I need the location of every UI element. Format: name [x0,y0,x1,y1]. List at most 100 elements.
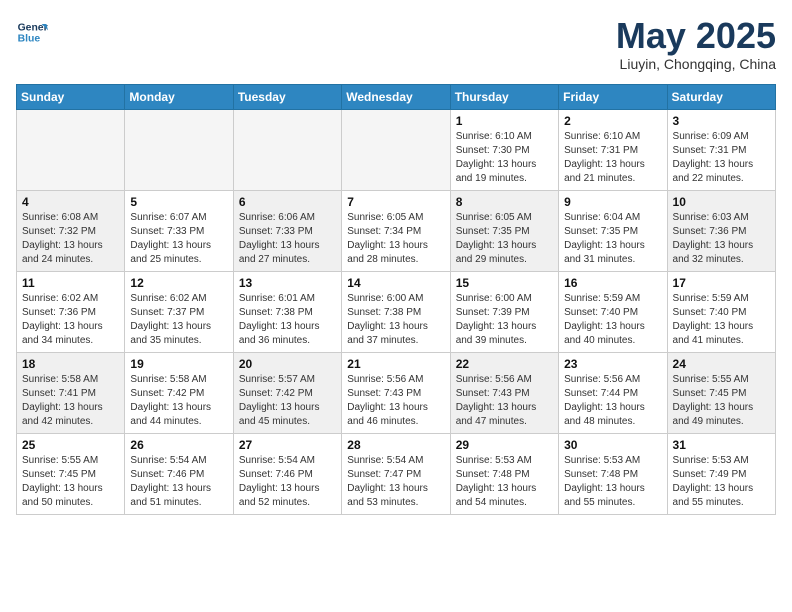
header-sunday: Sunday [17,84,125,109]
calendar-header-row: Sunday Monday Tuesday Wednesday Thursday… [17,84,776,109]
day-number: 2 [564,114,661,128]
calendar-cell: 8 Sunrise: 6:05 AM Sunset: 7:35 PM Daylig… [450,190,558,271]
calendar-cell: 17 Sunrise: 5:59 AM Sunset: 7:40 PM Dayli… [667,271,775,352]
calendar-cell [125,109,233,190]
day-info: Sunrise: 5:53 AM Sunset: 7:49 PM Dayligh… [673,454,770,510]
calendar-cell: 30 Sunrise: 5:53 AM Sunset: 7:48 PM Dayli… [559,433,667,514]
day-info: Sunrise: 5:59 AM Sunset: 7:40 PM Dayligh… [564,292,661,348]
month-title: May 2025 [616,16,776,56]
day-info: Sunrise: 5:55 AM Sunset: 7:45 PM Dayligh… [22,454,119,510]
day-info: Sunrise: 6:10 AM Sunset: 7:30 PM Dayligh… [456,130,553,186]
calendar-cell: 9 Sunrise: 6:04 AM Sunset: 7:35 PM Daylig… [559,190,667,271]
day-info: Sunrise: 5:54 AM Sunset: 7:47 PM Dayligh… [347,454,444,510]
calendar-cell: 19 Sunrise: 5:58 AM Sunset: 7:42 PM Dayli… [125,352,233,433]
day-number: 19 [130,357,227,371]
location: Liuyin, Chongqing, China [616,56,776,72]
day-number: 13 [239,276,336,290]
day-info: Sunrise: 5:56 AM Sunset: 7:43 PM Dayligh… [347,373,444,429]
calendar-cell: 10 Sunrise: 6:03 AM Sunset: 7:36 PM Dayli… [667,190,775,271]
day-number: 17 [673,276,770,290]
header-saturday: Saturday [667,84,775,109]
calendar-cell: 18 Sunrise: 5:58 AM Sunset: 7:41 PM Dayli… [17,352,125,433]
calendar-cell: 24 Sunrise: 5:55 AM Sunset: 7:45 PM Dayli… [667,352,775,433]
calendar-cell: 11Sunrise: 6:02 AM Sunset: 7:36 PM Dayli… [17,271,125,352]
page-header: General Blue May 2025 Liuyin, Chongqing,… [16,16,776,72]
day-info: Sunrise: 6:00 AM Sunset: 7:39 PM Dayligh… [456,292,553,348]
day-number: 30 [564,438,661,452]
day-number: 29 [456,438,553,452]
day-info: Sunrise: 5:56 AM Sunset: 7:44 PM Dayligh… [564,373,661,429]
day-number: 8 [456,195,553,209]
calendar-table: Sunday Monday Tuesday Wednesday Thursday… [16,84,776,515]
day-number: 23 [564,357,661,371]
day-info: Sunrise: 6:04 AM Sunset: 7:35 PM Dayligh… [564,211,661,267]
calendar-row-1: 4 Sunrise: 6:08 AM Sunset: 7:32 PM Daylig… [17,190,776,271]
day-number: 31 [673,438,770,452]
calendar-row-2: 11Sunrise: 6:02 AM Sunset: 7:36 PM Dayli… [17,271,776,352]
calendar-cell [233,109,341,190]
day-number: 10 [673,195,770,209]
day-info: Sunrise: 5:57 AM Sunset: 7:42 PM Dayligh… [239,373,336,429]
day-number: 15 [456,276,553,290]
day-info: Sunrise: 6:05 AM Sunset: 7:35 PM Dayligh… [456,211,553,267]
calendar-cell: 4 Sunrise: 6:08 AM Sunset: 7:32 PM Daylig… [17,190,125,271]
logo: General Blue [16,16,48,48]
day-number: 6 [239,195,336,209]
day-info: Sunrise: 6:00 AM Sunset: 7:38 PM Dayligh… [347,292,444,348]
calendar-cell: 14Sunrise: 6:00 AM Sunset: 7:38 PM Dayli… [342,271,450,352]
day-info: Sunrise: 5:58 AM Sunset: 7:41 PM Dayligh… [22,373,119,429]
calendar-cell: 7Sunrise: 6:05 AM Sunset: 7:34 PM Daylig… [342,190,450,271]
header-thursday: Thursday [450,84,558,109]
day-info: Sunrise: 5:58 AM Sunset: 7:42 PM Dayligh… [130,373,227,429]
day-number: 24 [673,357,770,371]
day-number: 20 [239,357,336,371]
day-info: Sunrise: 6:09 AM Sunset: 7:31 PM Dayligh… [673,130,770,186]
day-number: 25 [22,438,119,452]
calendar-cell: 21 Sunrise: 5:56 AM Sunset: 7:43 PM Dayli… [342,352,450,433]
header-wednesday: Wednesday [342,84,450,109]
day-number: 22 [456,357,553,371]
day-number: 28 [347,438,444,452]
calendar-cell [17,109,125,190]
day-info: Sunrise: 6:02 AM Sunset: 7:37 PM Dayligh… [130,292,227,348]
day-info: Sunrise: 6:03 AM Sunset: 7:36 PM Dayligh… [673,211,770,267]
calendar-cell [342,109,450,190]
calendar-cell: 20 Sunrise: 5:57 AM Sunset: 7:42 PM Dayli… [233,352,341,433]
calendar-row-0: 1 Sunrise: 6:10 AM Sunset: 7:30 PM Daylig… [17,109,776,190]
day-info: Sunrise: 5:56 AM Sunset: 7:43 PM Dayligh… [456,373,553,429]
day-number: 9 [564,195,661,209]
day-number: 5 [130,195,227,209]
day-number: 18 [22,357,119,371]
day-info: Sunrise: 5:54 AM Sunset: 7:46 PM Dayligh… [130,454,227,510]
calendar-cell: 22 Sunrise: 5:56 AM Sunset: 7:43 PM Dayli… [450,352,558,433]
day-number: 4 [22,195,119,209]
day-number: 21 [347,357,444,371]
calendar-cell: 16Sunrise: 5:59 AM Sunset: 7:40 PM Dayli… [559,271,667,352]
calendar-cell: 28 Sunrise: 5:54 AM Sunset: 7:47 PM Dayli… [342,433,450,514]
day-number: 3 [673,114,770,128]
calendar-cell: 2 Sunrise: 6:10 AM Sunset: 7:31 PM Daylig… [559,109,667,190]
calendar-cell: 3 Sunrise: 6:09 AM Sunset: 7:31 PM Daylig… [667,109,775,190]
header-friday: Friday [559,84,667,109]
title-block: May 2025 Liuyin, Chongqing, China [616,16,776,72]
day-number: 1 [456,114,553,128]
day-info: Sunrise: 6:07 AM Sunset: 7:33 PM Dayligh… [130,211,227,267]
calendar-cell: 29Sunrise: 5:53 AM Sunset: 7:48 PM Dayli… [450,433,558,514]
day-info: Sunrise: 5:53 AM Sunset: 7:48 PM Dayligh… [564,454,661,510]
header-monday: Monday [125,84,233,109]
calendar-cell: 23 Sunrise: 5:56 AM Sunset: 7:44 PM Dayli… [559,352,667,433]
day-number: 7 [347,195,444,209]
calendar-cell: 1 Sunrise: 6:10 AM Sunset: 7:30 PM Daylig… [450,109,558,190]
calendar-cell: 5 Sunrise: 6:07 AM Sunset: 7:33 PM Daylig… [125,190,233,271]
day-info: Sunrise: 6:08 AM Sunset: 7:32 PM Dayligh… [22,211,119,267]
day-info: Sunrise: 6:10 AM Sunset: 7:31 PM Dayligh… [564,130,661,186]
svg-text:Blue: Blue [18,34,41,45]
day-info: Sunrise: 5:55 AM Sunset: 7:45 PM Dayligh… [673,373,770,429]
calendar-cell: 15 Sunrise: 6:00 AM Sunset: 7:39 PM Dayli… [450,271,558,352]
calendar-row-3: 18 Sunrise: 5:58 AM Sunset: 7:41 PM Dayli… [17,352,776,433]
day-info: Sunrise: 6:01 AM Sunset: 7:38 PM Dayligh… [239,292,336,348]
header-tuesday: Tuesday [233,84,341,109]
calendar-cell: 25 Sunrise: 5:55 AM Sunset: 7:45 PM Dayli… [17,433,125,514]
logo-icon: General Blue [16,16,48,48]
day-info: Sunrise: 5:59 AM Sunset: 7:40 PM Dayligh… [673,292,770,348]
